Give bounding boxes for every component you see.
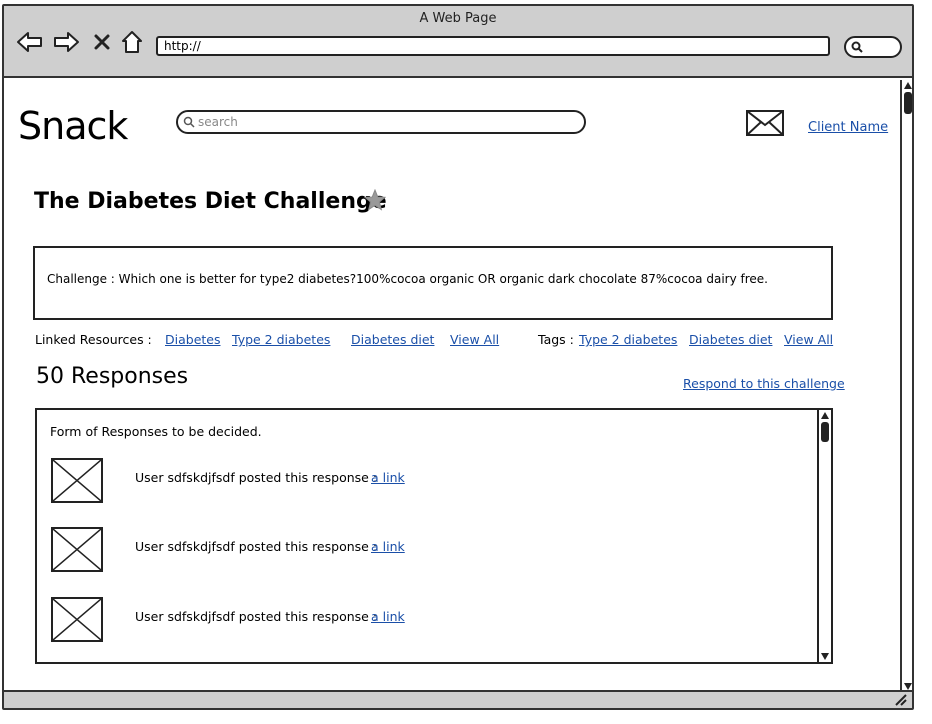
- page-title: The Diabetes Diet Challenge: [34, 189, 387, 214]
- star-icon[interactable]: [363, 188, 387, 215]
- resource-view-all-link[interactable]: View All: [450, 332, 499, 347]
- tag-link-diabetes-diet[interactable]: Diabetes diet: [689, 332, 772, 347]
- resource-link-type-2-diabetes[interactable]: Type 2 diabetes: [232, 332, 330, 347]
- browser-search-field[interactable]: [844, 36, 902, 58]
- tags-label: Tags :: [538, 332, 574, 347]
- browser-chrome: A Web Page http://: [4, 6, 912, 78]
- browser-window: A Web Page http:// Snack search Client N…: [2, 4, 914, 710]
- tags-view-all-link[interactable]: View All: [784, 332, 833, 347]
- respond-to-challenge-link[interactable]: Respond to this challenge: [683, 376, 845, 391]
- search-icon: [851, 41, 863, 53]
- scroll-up-arrow-icon[interactable]: [821, 412, 829, 419]
- stop-icon[interactable]: [88, 28, 116, 56]
- image-placeholder-icon: [51, 597, 103, 642]
- responses-scrollbar[interactable]: [817, 410, 831, 662]
- scroll-down-arrow-icon[interactable]: [821, 653, 829, 660]
- back-arrow-icon[interactable]: [16, 28, 44, 56]
- response-text: User sdfskdjfsdf posted this response :: [135, 539, 378, 554]
- url-bar[interactable]: http://: [156, 36, 830, 56]
- page-scrollbar[interactable]: [900, 80, 912, 692]
- client-name-link[interactable]: Client Name: [808, 120, 888, 135]
- response-link[interactable]: a link: [371, 609, 405, 624]
- search-icon: [183, 116, 195, 128]
- list-item: User sdfskdjfsdf posted this response : …: [51, 597, 811, 643]
- responses-list: Form of Responses to be decided. User sd…: [35, 408, 833, 664]
- resource-link-diabetes[interactable]: Diabetes: [165, 332, 221, 347]
- resize-grip-icon[interactable]: [892, 691, 908, 708]
- scroll-up-arrow-icon[interactable]: [904, 82, 912, 89]
- image-placeholder-icon: [51, 527, 103, 572]
- response-link[interactable]: a link: [371, 470, 405, 485]
- list-item: User sdfskdjfsdf posted this response : …: [51, 527, 811, 573]
- search-placeholder: search: [198, 115, 238, 129]
- home-icon[interactable]: [118, 28, 146, 56]
- list-item: User sdfskdjfsdf posted this response : …: [51, 458, 811, 504]
- search-input[interactable]: search: [176, 110, 586, 134]
- responses-intro: Form of Responses to be decided.: [50, 424, 262, 439]
- response-link[interactable]: a link: [371, 539, 405, 554]
- window-title: A Web Page: [419, 11, 497, 26]
- status-bar: [4, 690, 912, 708]
- forward-arrow-icon[interactable]: [52, 28, 80, 56]
- scrollbar-thumb[interactable]: [821, 422, 829, 442]
- resource-link-diabetes-diet[interactable]: Diabetes diet: [351, 332, 434, 347]
- image-placeholder-icon: [51, 458, 103, 503]
- linked-resources-label: Linked Resources :: [35, 332, 152, 347]
- mail-icon[interactable]: [746, 110, 784, 140]
- scroll-down-arrow-icon[interactable]: [904, 683, 912, 690]
- responses-count: 50 Responses: [36, 364, 189, 389]
- site-logo[interactable]: Snack: [18, 104, 128, 148]
- scrollbar-thumb[interactable]: [904, 92, 912, 114]
- challenge-text: Challenge : Which one is better for type…: [47, 272, 768, 286]
- tag-link-type-2-diabetes[interactable]: Type 2 diabetes: [579, 332, 677, 347]
- response-text: User sdfskdjfsdf posted this response :: [135, 470, 378, 485]
- challenge-box: Challenge : Which one is better for type…: [33, 246, 833, 320]
- response-text: User sdfskdjfsdf posted this response :: [135, 609, 378, 624]
